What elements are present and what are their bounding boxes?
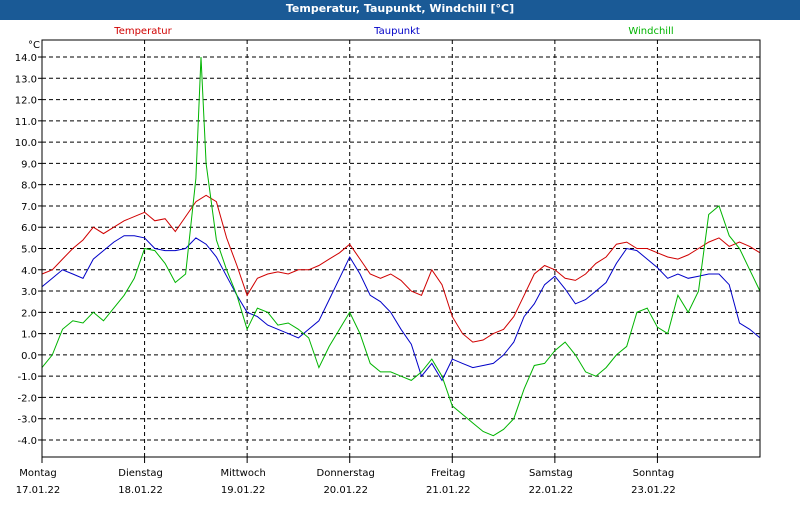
legend: Temperatur Taupunkt Windchill (113, 26, 673, 37)
y-axis-unit-label: °C (28, 40, 40, 51)
x-tick-date: 22.01.22 (529, 485, 574, 496)
legend-item-windchill: Windchill (628, 26, 673, 37)
y-tick-label: 1.0 (21, 330, 37, 341)
y-tick-label: 7.0 (21, 202, 37, 213)
x-tick-weekday: Dienstag (118, 468, 163, 479)
x-tick-date: 18.01.22 (118, 485, 163, 496)
legend-item-temperatur: Temperatur (113, 26, 172, 37)
x-tick-weekday: Freitag (431, 468, 465, 479)
grid-lines (42, 40, 760, 457)
y-tick-label: -2.0 (17, 393, 37, 404)
x-tick-weekday: Montag (19, 468, 56, 479)
line-chart: °C 14.0 13.0 12.0 11.0 10.0 9.0 8.0 7.0 6.0 5.0 4.… (15, 26, 761, 496)
x-tick-date: 19.01.22 (221, 485, 266, 496)
y-tick-label: 6.0 (21, 223, 37, 234)
y-tick-label: -1.0 (17, 372, 37, 383)
chart-area: °C 14.0 13.0 12.0 11.0 10.0 9.0 8.0 7.0 6.0 5.0 4.… (0, 20, 800, 500)
x-tick-weekday: Samstag (529, 468, 573, 479)
y-tick-label: 8.0 (21, 181, 37, 192)
window-title: Temperatur, Taupunkt, Windchill [°C] (285, 2, 515, 15)
y-tick-label: 9.0 (21, 159, 37, 170)
series-lines (41, 56, 761, 437)
legend-item-taupunkt: Taupunkt (373, 26, 420, 37)
window-title-bar: Temperatur, Taupunkt, Windchill [°C] (0, 0, 800, 20)
y-tick-label: -4.0 (17, 436, 37, 447)
x-tick-date: 23.01.22 (631, 485, 676, 496)
y-tick-label: 4.0 (21, 266, 37, 277)
y-tick-label: 5.0 (21, 245, 37, 256)
series-line-windchill (41, 56, 761, 437)
series-line-taupunkt (41, 235, 761, 382)
y-tick-label: 13.0 (15, 74, 37, 85)
x-axis-day-labels: Montag 17.01.22 Dienstag 18.01.22 Mittwoch 19… (16, 457, 676, 496)
y-tick-label: -3.0 (17, 415, 37, 426)
y-tick-label: 2.0 (21, 308, 37, 319)
x-tick-weekday: Donnerstag (317, 468, 375, 479)
x-tick-weekday: Mittwoch (220, 468, 265, 479)
y-tick-label: 0.0 (21, 351, 37, 362)
x-tick-date: 17.01.22 (16, 485, 61, 496)
x-tick-weekday: Sonntag (633, 468, 675, 479)
x-tick-date: 21.01.22 (426, 485, 471, 496)
y-tick-label: 3.0 (21, 287, 37, 298)
y-tick-label: 11.0 (15, 117, 37, 128)
x-tick-date: 20.01.22 (323, 485, 368, 496)
y-tick-label: 10.0 (15, 138, 37, 149)
y-axis-ticks: 14.0 13.0 12.0 11.0 10.0 9.0 8.0 7.0 6.0 5.0 4.0 3.… (15, 53, 42, 447)
y-tick-label: 14.0 (15, 53, 37, 64)
series-line-temperatur (41, 194, 761, 343)
y-tick-label: 12.0 (15, 96, 37, 107)
